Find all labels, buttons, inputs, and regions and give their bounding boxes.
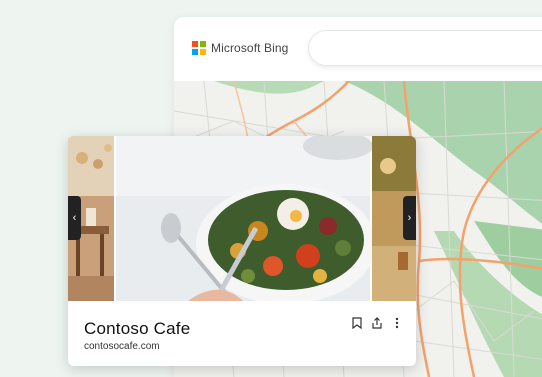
photo-carousel[interactable] <box>68 136 416 301</box>
chevron-left-icon[interactable]: ‹ <box>68 196 81 240</box>
chevron-right-icon[interactable]: › <box>403 196 416 240</box>
salad-bowl-photo <box>116 136 376 301</box>
place-card[interactable]: ‹ › Contoso Cafe contosocafe.com <box>68 136 416 366</box>
place-title[interactable]: Contoso Cafe <box>84 319 190 339</box>
bookmark-icon[interactable] <box>350 316 364 330</box>
search-input[interactable] <box>309 31 542 65</box>
bing-logo[interactable]: Microsoft Bing <box>192 41 288 55</box>
share-icon[interactable] <box>370 316 384 330</box>
card-actions <box>350 316 404 330</box>
microsoft-logo-icon <box>192 41 206 55</box>
more-vertical-icon[interactable] <box>390 316 404 330</box>
bing-header: Microsoft Bing <box>174 17 542 81</box>
place-url[interactable]: contosocafe.com <box>84 341 160 352</box>
brand-label: Microsoft Bing <box>211 41 289 55</box>
